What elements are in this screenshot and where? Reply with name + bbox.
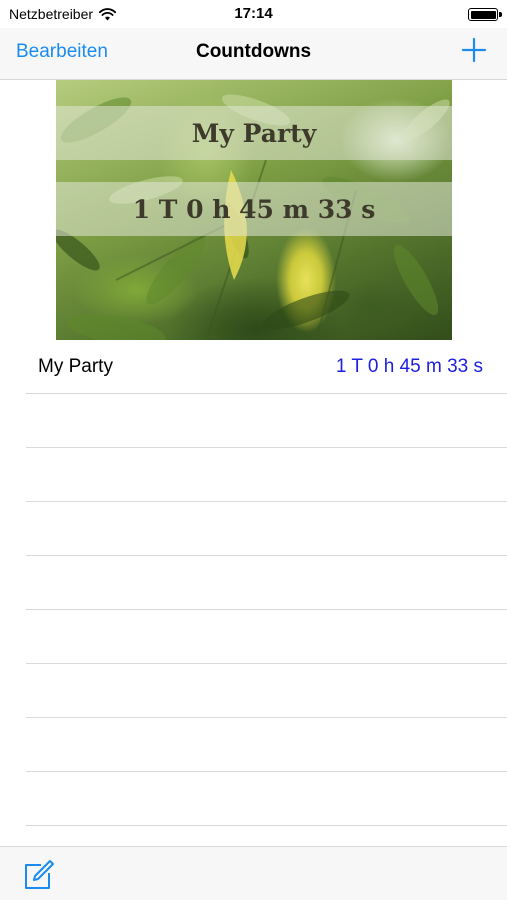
hero-countdown: 1 T 0 h 45 m 33 s xyxy=(132,194,376,224)
empty-row xyxy=(26,394,507,448)
navigation-bar: Bearbeiten Countdowns xyxy=(0,28,507,80)
battery-icon xyxy=(468,8,502,21)
bottom-toolbar xyxy=(0,846,507,900)
plus-icon[interactable] xyxy=(461,37,487,63)
empty-row xyxy=(26,610,507,664)
empty-row xyxy=(26,772,507,826)
compose-icon[interactable] xyxy=(23,859,55,891)
empty-row xyxy=(26,556,507,610)
status-bar: Netzbetreiber 17:14 xyxy=(0,0,507,28)
empty-row xyxy=(26,664,507,718)
countdown-remaining: 1 T 0 h 45 m 33 s xyxy=(335,356,483,377)
empty-row xyxy=(26,502,507,556)
countdown-name: My Party xyxy=(38,356,113,377)
hero-title-band: My Party xyxy=(56,106,452,160)
countdown-hero-image[interactable]: My Party 1 T 0 h 45 m 33 s xyxy=(56,80,452,340)
list-item[interactable]: My Party 1 T 0 h 45 m 33 s xyxy=(26,340,507,394)
empty-row xyxy=(26,718,507,772)
empty-row xyxy=(26,448,507,502)
hero-countdown-band: 1 T 0 h 45 m 33 s xyxy=(56,182,452,236)
status-time: 17:14 xyxy=(234,5,273,22)
page-title: Countdowns xyxy=(195,41,312,62)
hero-title: My Party xyxy=(191,118,317,148)
